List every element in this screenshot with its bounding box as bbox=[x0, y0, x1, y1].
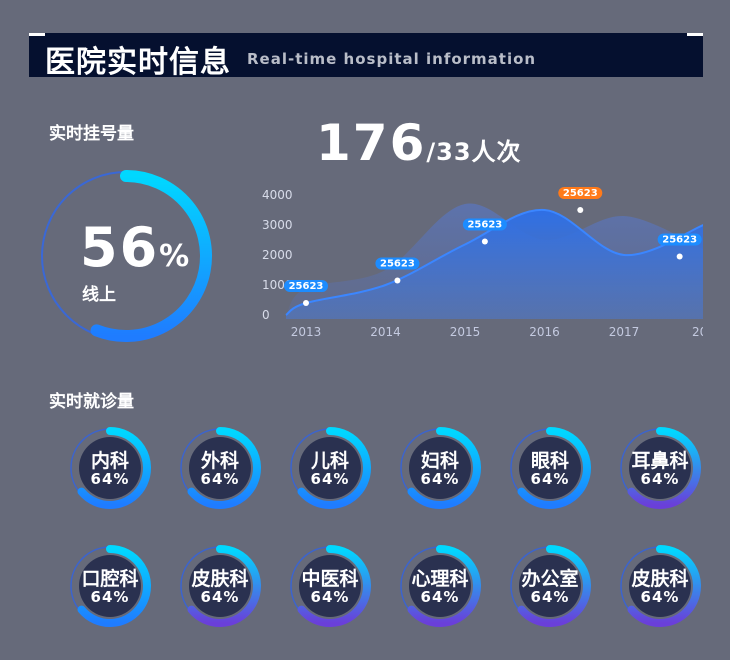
registration-count-suffix: /33人次 bbox=[426, 138, 522, 166]
department-name: 皮肤科 bbox=[631, 568, 689, 590]
department-tile: 中医科 64% bbox=[288, 544, 372, 628]
registration-percent-unit: % bbox=[159, 239, 192, 274]
department-percent: 64% bbox=[420, 588, 460, 606]
registration-percent-value: 56 bbox=[80, 216, 160, 279]
data-label-badge: 25623 bbox=[558, 187, 603, 213]
page-title: 医院实时信息 bbox=[45, 45, 231, 80]
department-name: 办公室 bbox=[521, 568, 579, 590]
department-percent: 64% bbox=[200, 588, 240, 606]
data-label-text: 25623 bbox=[662, 235, 697, 246]
data-point bbox=[676, 253, 683, 260]
department-percent: 64% bbox=[420, 470, 460, 488]
registration-count-value: 176 bbox=[316, 114, 427, 172]
department-percent: 64% bbox=[90, 470, 130, 488]
y-tick-label: 4000 bbox=[262, 188, 293, 202]
data-label-text: 25623 bbox=[467, 220, 502, 231]
department-tile: 外科 64% bbox=[178, 426, 262, 510]
header-corner-right bbox=[687, 33, 703, 36]
data-point bbox=[394, 277, 401, 284]
x-tick-label: 201 bbox=[692, 325, 703, 339]
data-point bbox=[577, 207, 584, 213]
department-tile: 皮肤科 64% bbox=[178, 544, 262, 628]
y-tick-label: 0 bbox=[262, 308, 270, 322]
visits-label: 实时就诊量 bbox=[49, 392, 134, 412]
registration-caption: 线上 bbox=[82, 285, 116, 305]
department-percent: 64% bbox=[200, 470, 240, 488]
registration-count: 176/33人次 bbox=[316, 114, 522, 172]
department-tile: 眼科 64% bbox=[508, 426, 592, 510]
registration-label: 实时挂号量 bbox=[49, 124, 134, 144]
x-tick-label: 2016 bbox=[529, 325, 560, 339]
data-label-text: 25623 bbox=[289, 281, 324, 292]
registration-percent: 56% bbox=[80, 216, 191, 279]
department-name: 心理科 bbox=[411, 568, 469, 590]
department-tile: 心理科 64% bbox=[398, 544, 482, 628]
department-percent: 64% bbox=[310, 470, 350, 488]
department-percent: 64% bbox=[530, 588, 570, 606]
department-tile: 耳鼻科 64% bbox=[618, 426, 702, 510]
y-tick-label: 3000 bbox=[262, 218, 293, 232]
registration-area-chart: 0100020003000400020132014201520162017201… bbox=[262, 187, 703, 339]
x-tick-label: 2015 bbox=[450, 325, 481, 339]
department-name: 内科 bbox=[90, 450, 129, 472]
data-point bbox=[303, 300, 309, 306]
x-tick-label: 2013 bbox=[291, 325, 322, 339]
department-name: 皮肤科 bbox=[191, 568, 249, 590]
department-percent: 64% bbox=[640, 588, 680, 606]
data-label-text: 25623 bbox=[380, 259, 415, 270]
department-name: 眼科 bbox=[530, 450, 569, 472]
department-name: 中医科 bbox=[301, 568, 359, 590]
department-tile: 内科 64% bbox=[68, 426, 152, 510]
department-tile: 儿科 64% bbox=[288, 426, 372, 510]
header-bar: 医院实时信息 Real-time hospital information bbox=[29, 33, 703, 80]
department-name: 耳鼻科 bbox=[631, 450, 689, 472]
data-label-text: 25623 bbox=[563, 188, 598, 199]
department-percent: 64% bbox=[310, 588, 350, 606]
department-tile: 口腔科 64% bbox=[68, 544, 152, 628]
data-point bbox=[481, 238, 488, 245]
department-name: 口腔科 bbox=[81, 568, 139, 590]
y-tick-label: 2000 bbox=[262, 248, 293, 262]
department-name: 外科 bbox=[200, 450, 239, 472]
department-percent: 64% bbox=[90, 588, 130, 606]
header-corner-left bbox=[29, 33, 45, 36]
department-name: 妇科 bbox=[420, 450, 459, 472]
department-percent: 64% bbox=[530, 470, 570, 488]
department-percent: 64% bbox=[640, 470, 680, 488]
department-tile: 皮肤科 64% bbox=[618, 544, 702, 628]
x-tick-label: 2014 bbox=[370, 325, 401, 339]
department-name: 儿科 bbox=[310, 450, 349, 472]
page-subtitle: Real-time hospital information bbox=[247, 50, 537, 68]
department-tile: 办公室 64% bbox=[508, 544, 592, 628]
x-tick-label: 2017 bbox=[609, 325, 640, 339]
department-tile: 妇科 64% bbox=[398, 426, 482, 510]
